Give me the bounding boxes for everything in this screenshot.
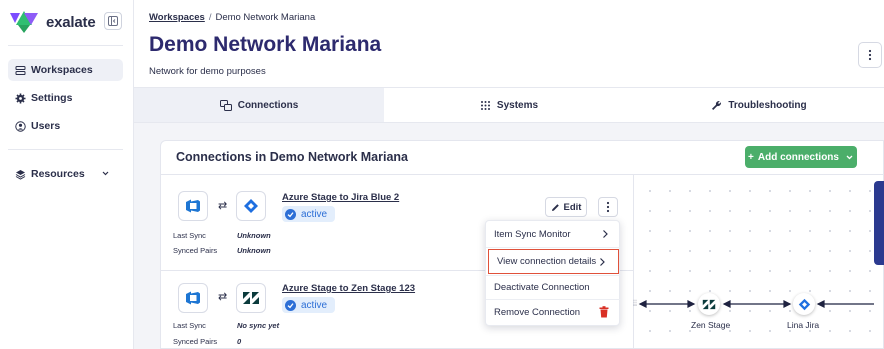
check-icon [285,208,296,220]
edit-label: Edit [563,201,582,213]
menu-item-label: Deactivate Connection [494,282,590,293]
jira-icon [798,298,810,310]
tab-troubleshooting[interactable]: Troubleshooting [634,88,884,122]
panel-title: Connections in Demo Network Mariana [176,150,408,164]
menu-item-view-connection-details[interactable]: View connection details [488,249,619,274]
status-badge: active [282,206,336,222]
sidebar-item-label: Workspaces [31,64,93,76]
wrench-icon [712,100,722,110]
last-sync-label: Last Sync [173,321,206,330]
kebab-menu-icon [606,201,610,213]
menu-item-deactivate-connection[interactable]: Deactivate Connection [486,275,621,300]
gear-icon [15,93,26,103]
graph-node-zen-stage[interactable] [698,293,720,315]
tab-label: Connections [237,99,299,111]
connection-name-link[interactable]: Azure Stage to Zen Stage 123 [282,283,415,294]
menu-item-label: View connection details [497,256,597,267]
zendesk-logo [236,283,266,313]
last-sync-value: Unknown [237,231,271,240]
add-connections-button[interactable]: + Add connections [745,146,857,168]
sidebar-divider [8,45,123,46]
chevron-right-icon [603,230,608,238]
status-badge: active [282,297,336,313]
brand-logo[interactable]: exalate [10,11,96,33]
tab-bar: Connections Systems Troubleshooting [134,87,884,123]
synced-pairs-value: Unknown [237,246,271,255]
brand-name: exalate [46,13,96,31]
status-text: active [301,208,328,220]
jira-logo [236,191,266,221]
page-subtitle: Network for demo purposes [149,66,266,77]
kebab-menu-icon [868,49,872,61]
breadcrumb-current: Demo Network Mariana [215,12,316,23]
graph-node-lina-jira[interactable] [793,293,815,315]
menu-item-label: Item Sync Monitor [494,229,571,240]
azure-devops-icon [186,291,200,305]
sidebar-toggle-icon [108,16,118,26]
workspaces-icon [15,65,26,75]
connection-more-options-button[interactable] [598,197,618,217]
synced-pairs-label: Synced Pairs [173,337,218,346]
sidebar-item-label: Resources [31,168,85,180]
sidebar-item-label: Users [31,120,61,132]
collapse-sidebar-button[interactable] [104,12,122,30]
menu-item-remove-connection[interactable]: Remove Connection [486,300,621,325]
connections-icon [219,99,232,111]
breadcrumb-separator: / [208,12,212,23]
grid-icon [480,100,490,110]
sync-arrows-icon: ⇄ [218,291,228,303]
chevron-down-icon [846,155,853,159]
user-icon [15,120,26,132]
sidebar-item-resources[interactable]: Resources [8,163,123,185]
menu-item-label: Remove Connection [494,307,581,318]
azure-devops-logo [178,191,208,221]
tab-label: Troubleshooting [728,99,807,111]
check-icon [285,299,296,311]
last-sync-label: Last Sync [173,231,206,240]
tab-systems[interactable]: Systems [384,88,634,122]
page-more-options-button[interactable] [858,42,882,68]
trash-icon [599,306,609,318]
add-connections-label: Add connections [757,151,839,163]
sync-arrows-icon: ⇄ [218,200,228,212]
azure-devops-icon [186,199,200,213]
jira-icon [244,199,258,213]
sidebar-divider [8,149,123,150]
chevron-right-icon [600,258,605,266]
last-sync-value: No sync yet [237,321,280,330]
layers-icon [15,169,26,180]
menu-item-sync-monitor[interactable]: Item Sync Monitor [486,222,621,247]
status-text: active [301,299,328,311]
side-panel-tab[interactable] [874,181,884,265]
connection-options-menu: Item Sync Monitor View connection detail… [485,220,621,326]
tab-connections[interactable]: Connections [134,88,384,122]
sidebar-item-users[interactable]: Users [8,115,123,137]
drag-handle-icon[interactable]: ⦙⦙ [633,298,637,309]
synced-pairs-value: 0 [237,337,242,346]
network-graph[interactable]: Zen Stage Lina Jira [634,175,874,349]
edit-connection-button[interactable]: Edit [545,197,587,217]
sidebar: exalate Workspaces Settings Users Resour… [0,0,134,349]
graph-node-label: Zen Stage [691,320,731,330]
zendesk-icon [243,292,259,304]
graph-node-label: Lina Jira [787,320,820,330]
menu-divider [486,247,621,248]
pencil-icon [551,203,559,211]
connection-name-link[interactable]: Azure Stage to Jira Blue 2 [282,192,399,203]
sidebar-item-workspaces[interactable]: Workspaces [8,59,123,81]
azure-devops-logo [178,283,208,313]
synced-pairs-label: Synced Pairs [173,246,218,255]
sidebar-item-label: Settings [31,92,73,104]
plus-icon: + [748,151,754,163]
breadcrumb-workspaces-link[interactable]: Workspaces [149,12,205,23]
page-title: Demo Network Mariana [149,33,382,56]
exalate-logo-icon [10,11,38,33]
chevron-down-icon [102,171,109,176]
tab-label: Systems [496,99,539,111]
zendesk-icon [702,299,716,309]
sidebar-item-settings[interactable]: Settings [8,87,123,109]
breadcrumb: Workspaces / Demo Network Mariana [149,12,315,23]
graph-edges [638,300,874,308]
